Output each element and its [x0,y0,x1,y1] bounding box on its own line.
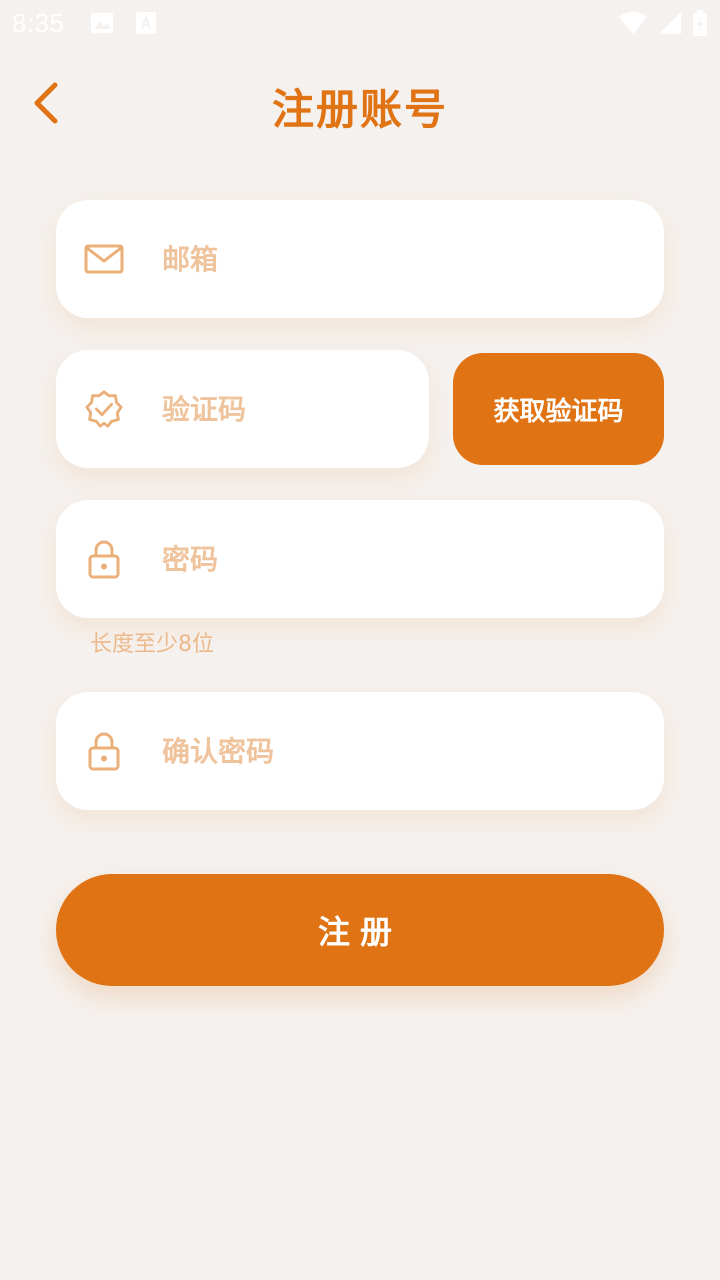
lock-icon [84,731,124,771]
register-button[interactable]: 注册 [56,874,664,986]
image-icon [90,12,114,38]
wifi-icon [618,11,648,39]
status-right-icons [618,10,708,40]
signal-icon [658,11,682,39]
verified-badge-icon [84,389,124,429]
status-left-icons [90,12,156,38]
battery-charging-icon [692,10,708,40]
password-input[interactable] [160,500,640,618]
password-field[interactable] [56,500,664,618]
mail-icon [84,239,124,279]
page-title: 注册账号 [271,85,448,134]
email-field[interactable] [56,200,664,318]
get-code-button[interactable]: 获取验证码 [453,353,664,465]
status-bar: 8:35 [0,0,720,48]
code-field[interactable] [56,350,429,468]
password-hint: 长度至少8位 [90,632,214,657]
confirm-password-input[interactable] [160,692,640,810]
status-time: 8:35 [12,8,65,38]
code-input[interactable] [160,350,405,468]
email-input[interactable] [160,200,640,318]
confirm-password-field[interactable] [56,692,664,810]
text-a-icon [136,12,156,38]
lock-icon [84,539,124,579]
